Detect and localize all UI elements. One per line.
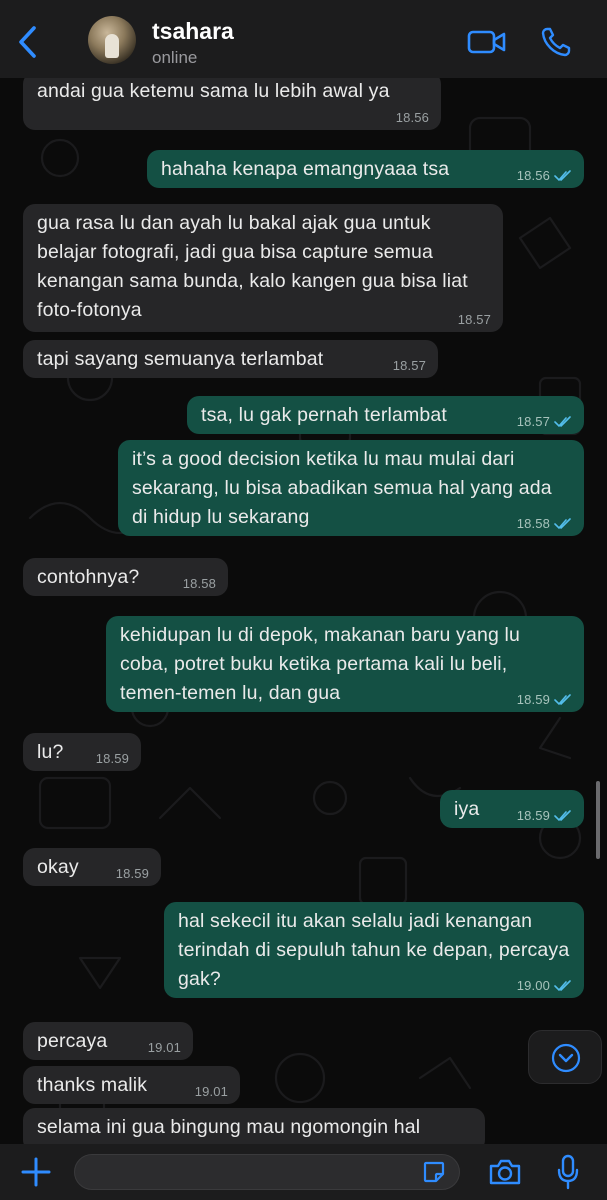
message-text: andai gua ketemu sama lu lebih awal ya bbox=[37, 80, 390, 102]
chat-area[interactable]: andai gua ketemu sama lu lebih awal ya 1… bbox=[0, 78, 607, 1144]
message-outgoing[interactable]: it’s a good decision ketika lu mau mulai… bbox=[118, 440, 584, 536]
message-incoming[interactable]: contohnya? 18.58 bbox=[23, 558, 228, 596]
message-time: 18.57 bbox=[392, 358, 426, 373]
message-incoming[interactable]: lu? 18.59 bbox=[23, 733, 141, 771]
message-incoming[interactable]: percaya 19.01 bbox=[23, 1022, 193, 1060]
message-time: 18.56 bbox=[517, 169, 572, 183]
message-time: 18.59 bbox=[517, 693, 572, 707]
message-text: lu? bbox=[37, 741, 64, 763]
message-time: 18.57 bbox=[457, 312, 491, 327]
scrollbar[interactable] bbox=[596, 781, 600, 859]
message-time: 18.58 bbox=[517, 517, 572, 531]
message-time: 19.01 bbox=[147, 1040, 181, 1055]
camera-icon[interactable] bbox=[488, 1158, 522, 1186]
message-incoming[interactable]: thanks malik 19.01 bbox=[23, 1066, 240, 1104]
read-receipt-icon bbox=[554, 980, 571, 992]
message-time: 18.56 bbox=[395, 110, 429, 125]
microphone-icon[interactable] bbox=[556, 1154, 580, 1190]
message-text: hal sekecil itu akan selalu jadi kenanga… bbox=[178, 910, 570, 990]
message-text: contohnya? bbox=[37, 566, 140, 588]
message-text: it’s a good decision ketika lu mau mulai… bbox=[132, 448, 552, 528]
read-receipt-icon bbox=[554, 170, 571, 182]
read-receipt-icon bbox=[554, 810, 571, 822]
message-input[interactable] bbox=[74, 1154, 460, 1190]
message-text: selama ini gua bingung mau ngomongin hal bbox=[37, 1116, 421, 1138]
contact-status: online bbox=[152, 48, 198, 67]
message-time: 18.59 bbox=[95, 751, 129, 766]
message-outgoing[interactable]: iya 18.59 bbox=[440, 790, 584, 828]
message-text: gua rasa lu dan ayah lu bakal ajak gua u… bbox=[37, 212, 468, 321]
message-outgoing[interactable]: hahaha kenapa emangnyaaa tsa 18.56 bbox=[147, 150, 584, 188]
video-camera-icon[interactable] bbox=[467, 28, 507, 56]
message-incoming[interactable]: selama ini gua bingung mau ngomongin hal bbox=[23, 1108, 485, 1144]
composer-bar bbox=[0, 1144, 607, 1200]
chevron-down-icon bbox=[551, 1043, 581, 1073]
message-text: tapi sayang semuanya terlambat bbox=[37, 348, 324, 370]
read-receipt-icon bbox=[554, 694, 571, 706]
message-outgoing[interactable]: hal sekecil itu akan selalu jadi kenanga… bbox=[164, 902, 584, 998]
message-outgoing[interactable]: tsa, lu gak pernah terlambat 18.57 bbox=[187, 396, 584, 434]
message-outgoing[interactable]: kehidupan lu di depok, makanan baru yang… bbox=[106, 616, 584, 712]
scroll-to-bottom-button[interactable] bbox=[528, 1030, 602, 1084]
sticker-icon[interactable] bbox=[422, 1160, 446, 1184]
message-time: 18.59 bbox=[517, 809, 572, 823]
read-receipt-icon bbox=[554, 518, 571, 530]
message-text: kehidupan lu di depok, makanan baru yang… bbox=[120, 624, 520, 704]
message-text: iya bbox=[454, 798, 480, 820]
message-incoming[interactable]: tapi sayang semuanya terlambat 18.57 bbox=[23, 340, 438, 378]
plus-icon[interactable] bbox=[20, 1156, 52, 1188]
contact-name[interactable]: tsahara bbox=[152, 18, 234, 45]
chevron-left-icon[interactable] bbox=[14, 24, 44, 60]
message-text: percaya bbox=[37, 1030, 108, 1052]
phone-icon[interactable] bbox=[540, 26, 572, 58]
message-incoming[interactable]: okay 18.59 bbox=[23, 848, 161, 886]
chat-header: tsahara online bbox=[0, 0, 607, 78]
message-incoming[interactable]: andai gua ketemu sama lu lebih awal ya 1… bbox=[23, 78, 441, 130]
avatar[interactable] bbox=[88, 16, 136, 64]
message-text: hahaha kenapa emangnyaaa tsa bbox=[161, 158, 450, 180]
message-time: 18.57 bbox=[517, 415, 572, 429]
message-time: 19.01 bbox=[194, 1084, 228, 1099]
message-time: 19.00 bbox=[517, 979, 572, 993]
message-time: 18.58 bbox=[182, 576, 216, 591]
message-text: thanks malik bbox=[37, 1074, 148, 1096]
read-receipt-icon bbox=[554, 416, 571, 428]
message-incoming[interactable]: gua rasa lu dan ayah lu bakal ajak gua u… bbox=[23, 204, 503, 332]
message-time: 18.59 bbox=[115, 866, 149, 881]
message-text: tsa, lu gak pernah terlambat bbox=[201, 404, 447, 426]
message-text: okay bbox=[37, 856, 79, 878]
